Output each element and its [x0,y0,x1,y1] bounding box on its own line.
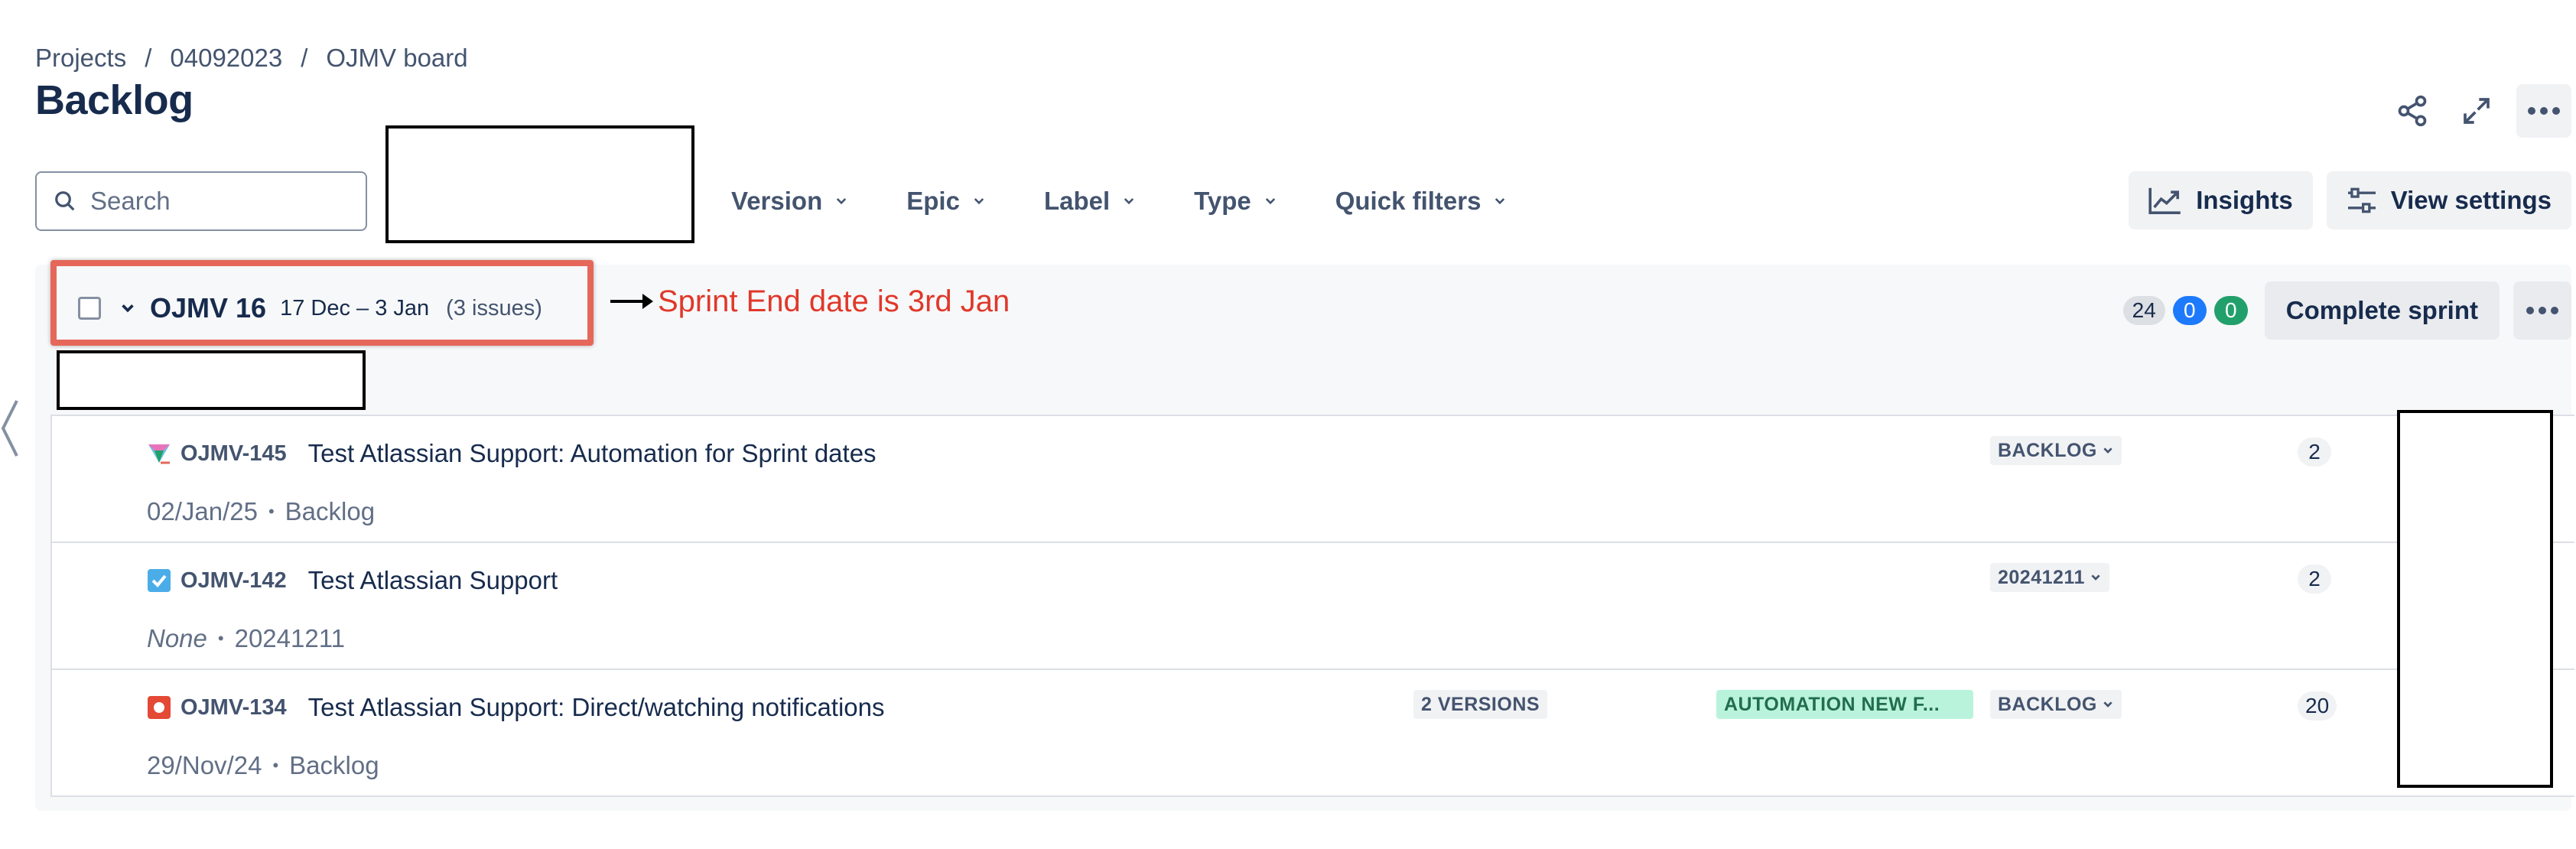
chevron-down-icon[interactable] [119,300,136,317]
epic-filter-icon [148,444,170,464]
expand-icon [2464,98,2490,124]
issue-sub-status: Backlog [285,497,376,525]
view-settings-label: View settings [2390,186,2552,214]
issue-key[interactable]: OJMV-142 [181,568,287,594]
toolbar-right-buttons: Insights View settings [2129,171,2571,229]
status-label: BACKLOG [1998,693,2097,715]
chevron-down-icon [2103,701,2113,708]
status-label: 20241211 [1998,566,2085,588]
filter-label: Label [1043,187,1111,215]
chevron-down-icon [2091,574,2100,581]
issue-key[interactable]: OJMV-134 [181,695,287,721]
story-points-badge[interactable]: 20 [2298,691,2337,721]
task-icon [148,569,171,592]
issue-row[interactable]: OJMV-145 Test Atlassian Support: Automat… [50,416,2574,543]
chevron-down-icon [1265,198,1275,205]
issue-meta: None • 20241211 [147,624,345,653]
issue-sub-status: Backlog [289,751,379,779]
breadcrumb: Projects / 04092023 / OJMV board [35,41,468,75]
total-points-badge: 24 [2122,296,2165,325]
separator-dot: • [217,629,224,648]
redacted-area [57,350,366,410]
sprint-checkbox[interactable] [78,297,101,320]
done-points-badge: 0 [2213,296,2248,325]
more-icon [2526,307,2558,314]
filter-label: Version [731,187,823,215]
more-icon [2528,107,2560,115]
filter-epic[interactable]: Epic [906,187,986,216]
issue-row[interactable]: OJMV-134 Test Atlassian Support: Direct/… [50,670,2574,797]
versions-lozenge[interactable]: 2 VERSIONS [1413,690,1548,719]
sprint-more-button[interactable] [2513,281,2571,340]
filter-toolbar: Version Epic Label Type Quick filters In… [35,125,2571,243]
filter-label: Epic [906,187,960,215]
search-field[interactable] [35,171,367,231]
redacted-area [385,125,694,243]
annotation-text: Sprint End date is 3rd Jan [658,285,1010,318]
breadcrumb-separator: / [145,44,152,72]
chart-trend-icon [2148,187,2181,214]
epic-lozenge[interactable]: AUTOMATION NEW F... [1716,690,1973,719]
issue-date: None [147,624,207,652]
story-points-badge[interactable]: 2 [2298,564,2331,594]
issue-summary[interactable]: Test Atlassian Support: Direct/watching … [308,693,885,722]
view-settings-button[interactable]: View settings [2326,171,2571,229]
share-icon [2398,95,2427,127]
issue-date: 29/Nov/24 [147,751,262,779]
annotation-arrow-icon [610,294,653,309]
sprint-name: OJMV 16 [150,292,267,324]
breadcrumb-board[interactable]: OJMV board [326,44,467,73]
separator-dot: • [268,502,275,521]
status-label: BACKLOG [1998,439,2097,461]
status-dropdown[interactable]: BACKLOG [1990,436,2122,465]
issue-date: 02/Jan/25 [147,497,258,525]
sprint-issue-count: (3 issues) [446,295,542,320]
filter-type[interactable]: Type [1194,187,1277,216]
page-title: Backlog [35,77,194,123]
breadcrumb-separator: / [301,44,308,72]
sliders-icon [2347,187,2376,213]
issue-key[interactable]: OJMV-145 [181,441,287,467]
chevron-left-icon[interactable] [0,398,20,459]
chevron-down-icon [2103,447,2113,454]
redacted-area [2397,410,2553,788]
issue-sub-status: 20241211 [234,624,345,652]
in-progress-points-badge: 0 [2172,296,2207,325]
sprint-header[interactable]: OJMV 16 17 Dec – 3 Jan (3 issues) [78,292,542,324]
story-points-badge[interactable]: 2 [2298,438,2331,467]
chevron-down-icon [1124,198,1134,205]
status-dropdown[interactable]: 20241211 [1990,563,2109,592]
breadcrumb-projects[interactable]: Projects [35,44,126,73]
bug-icon [148,696,171,719]
filter-label-dropdown[interactable]: Label [1044,187,1136,216]
search-input[interactable] [90,187,350,216]
filter-label: Type [1194,187,1251,215]
issue-summary[interactable]: Test Atlassian Support: Automation for S… [308,439,877,468]
filter-label: Quick filters [1335,187,1482,215]
issue-row[interactable]: OJMV-142 Test Atlassian Support None • 2… [50,543,2574,670]
issue-meta: 29/Nov/24 • Backlog [147,751,379,780]
chevron-down-icon [974,198,984,205]
filter-group: Version Epic Label Type Quick filters [731,171,1565,231]
separator-dot: • [272,756,279,775]
status-dropdown[interactable]: BACKLOG [1990,690,2122,719]
insights-label: Insights [2196,186,2293,214]
insights-button[interactable]: Insights [2129,171,2313,229]
chevron-down-icon [837,198,847,205]
sprint-issue-list: OJMV-145 Test Atlassian Support: Automat… [50,415,2574,797]
filter-version[interactable]: Version [731,187,848,216]
filter-quick-filters[interactable]: Quick filters [1335,187,1508,216]
chevron-down-icon [1495,198,1505,205]
breadcrumb-project[interactable]: 04092023 [170,44,282,73]
issue-summary[interactable]: Test Atlassian Support [308,566,558,595]
sprint-dates: 17 Dec – 3 Jan [280,295,430,320]
issue-meta: 02/Jan/25 • Backlog [147,497,375,526]
search-icon [55,191,75,211]
sprint-actions: 24 0 0 Complete sprint [2116,281,2571,340]
complete-sprint-button[interactable]: Complete sprint [2264,281,2500,340]
